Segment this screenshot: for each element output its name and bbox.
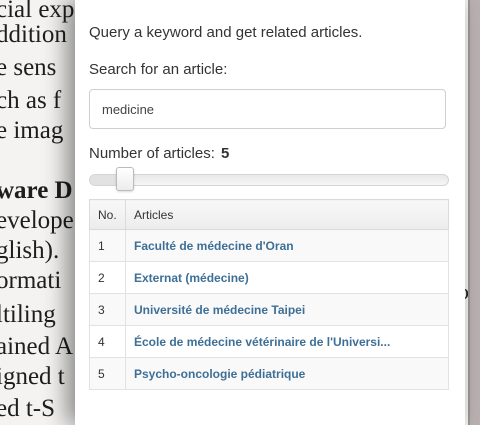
article-count-label: Number of articles: <box>89 145 215 162</box>
search-input[interactable] <box>89 89 446 129</box>
article-count-row: Number of articles: 5 <box>89 145 451 163</box>
doc-line: ddition <box>0 21 67 48</box>
slider-handle[interactable] <box>115 167 134 191</box>
doc-line: ormati <box>0 267 62 294</box>
doc-line: glish). <box>0 237 60 264</box>
article-cell: École de médecine vétérinaire de l'Unive… <box>125 325 449 358</box>
doc-line: evelope <box>0 207 74 234</box>
table-row: 1 Faculté de médecine d'Oran <box>89 229 449 262</box>
row-number: 4 <box>89 325 126 358</box>
doc-line: ained A <box>0 333 74 360</box>
article-cell: Faculté de médecine d'Oran <box>125 229 449 262</box>
row-number: 3 <box>89 293 126 326</box>
doc-line: cial exp <box>0 0 75 23</box>
doc-line: ch as f <box>0 87 62 114</box>
table-row: 4 École de médecine vétérinaire de l'Uni… <box>89 325 449 358</box>
article-link[interactable]: Université de médecine Taipei <box>134 303 305 317</box>
row-number: 2 <box>89 261 126 294</box>
row-number: 1 <box>89 229 126 262</box>
article-cell: Psycho-oncologie pédiatrique <box>125 357 449 390</box>
doc-line: ltiling <box>0 301 56 328</box>
search-label: Search for an article: <box>89 61 228 78</box>
article-count-value: 5 <box>221 145 230 162</box>
article-cell: Université de médecine Taipei <box>125 293 449 326</box>
article-link[interactable]: École de médecine vétérinaire de l'Unive… <box>134 335 390 349</box>
column-header-no[interactable]: No. <box>89 199 126 230</box>
table-row: 3 Université de médecine Taipei <box>89 293 449 326</box>
doc-line: ed t-S <box>0 395 56 422</box>
page-edge-inner <box>470 0 480 425</box>
table-row: 2 Externat (médecine) <box>89 261 449 294</box>
table-header-row: No. Articles <box>89 199 449 230</box>
articles-table: No. Articles 1 Faculté de médecine d'Ora… <box>89 199 449 390</box>
article-link[interactable]: Faculté de médecine d'Oran <box>134 239 294 253</box>
doc-line: igned t <box>0 363 65 390</box>
article-count-slider[interactable] <box>89 167 449 191</box>
intro-text: Query a keyword and get related articles… <box>89 24 363 41</box>
slider-track[interactable] <box>89 174 449 186</box>
article-link[interactable]: Externat (médecine) <box>134 271 249 285</box>
article-link[interactable]: Psycho-oncologie pédiatrique <box>134 367 305 381</box>
row-number: 5 <box>89 357 126 390</box>
table-row: 5 Psycho-oncologie pédiatrique <box>89 357 449 390</box>
doc-line: e sens <box>0 54 57 81</box>
doc-heading: ware D <box>0 177 73 204</box>
article-search-panel: Query a keyword and get related articles… <box>75 0 465 425</box>
doc-line: e imag <box>0 117 64 144</box>
article-cell: Externat (médecine) <box>125 261 449 294</box>
column-header-articles[interactable]: Articles <box>125 199 449 230</box>
